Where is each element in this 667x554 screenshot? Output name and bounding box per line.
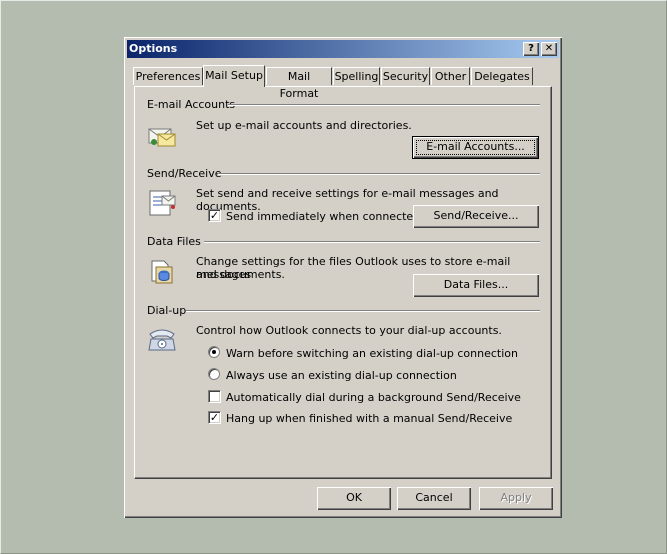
data-files-heading: Data Files <box>147 235 201 248</box>
divider <box>186 310 540 312</box>
auto-dial-checkbox[interactable] <box>208 390 221 403</box>
warn-before-switching-radio[interactable] <box>208 346 220 358</box>
always-use-existing-label[interactable]: Always use an existing dial-up connectio… <box>226 369 457 382</box>
email-accounts-icon <box>148 128 176 147</box>
help-button[interactable]: ? <box>523 42 539 56</box>
always-use-existing-radio[interactable] <box>208 368 220 380</box>
dialup-description: Control how Outlook connects to your dia… <box>196 324 502 337</box>
tab-label: Delegates <box>474 70 530 83</box>
apply-button[interactable]: Apply <box>479 487 553 510</box>
tab-label: Preferences <box>135 70 201 83</box>
email-accounts-button[interactable]: E-mail Accounts... <box>412 136 539 159</box>
tab-label: Other <box>434 70 467 83</box>
send-receive-heading: Send/Receive <box>147 167 222 180</box>
tab-other[interactable]: Other <box>431 67 470 85</box>
data-files-icon <box>151 260 173 284</box>
send-receive-icon <box>149 190 176 216</box>
title-bar[interactable]: Options ? ✕ <box>127 40 559 58</box>
send-immediately-checkbox[interactable]: ✓ <box>208 209 221 222</box>
tab-mail-format[interactable]: Mail Format <box>266 67 332 100</box>
window-title: Options <box>129 42 178 55</box>
tab-label: Security <box>382 70 429 83</box>
divider <box>228 104 540 106</box>
options-dialog: Options ? ✕ Preferences Mail Setup Mail … <box>124 37 562 518</box>
send-receive-button[interactable]: Send/Receive... <box>413 205 539 228</box>
cancel-button[interactable]: Cancel <box>397 487 471 510</box>
tab-label: Mail Setup <box>205 69 263 82</box>
tab-security[interactable]: Security <box>381 67 430 85</box>
data-files-description-2: and documents. <box>196 268 285 281</box>
email-accounts-heading: E-mail Accounts <box>147 98 236 111</box>
hang-up-label[interactable]: Hang up when finished with a manual Send… <box>226 412 512 425</box>
data-files-button[interactable]: Data Files... <box>413 274 539 297</box>
tab-mail-setup[interactable]: Mail Setup <box>203 65 265 87</box>
divider <box>204 241 540 243</box>
email-accounts-description: Set up e-mail accounts and directories. <box>196 119 412 132</box>
auto-dial-label[interactable]: Automatically dial during a background S… <box>226 391 521 404</box>
divider <box>218 173 540 175</box>
close-button[interactable]: ✕ <box>541 42 557 56</box>
radio-dot <box>212 350 216 354</box>
tab-spelling[interactable]: Spelling <box>333 67 380 85</box>
dialup-heading: Dial-up <box>147 304 187 317</box>
hang-up-checkbox[interactable]: ✓ <box>208 411 221 424</box>
close-icon: ✕ <box>544 43 554 54</box>
tab-label: Spelling <box>334 70 379 83</box>
warn-before-switching-label[interactable]: Warn before switching an existing dial-u… <box>226 347 518 360</box>
ok-button[interactable]: OK <box>317 487 391 510</box>
focus-rect <box>416 140 535 155</box>
tab-delegates[interactable]: Delegates <box>471 67 533 85</box>
telephone-icon <box>148 329 176 351</box>
tab-preferences[interactable]: Preferences <box>133 67 203 85</box>
send-immediately-label[interactable]: Send immediately when connected <box>226 210 420 223</box>
